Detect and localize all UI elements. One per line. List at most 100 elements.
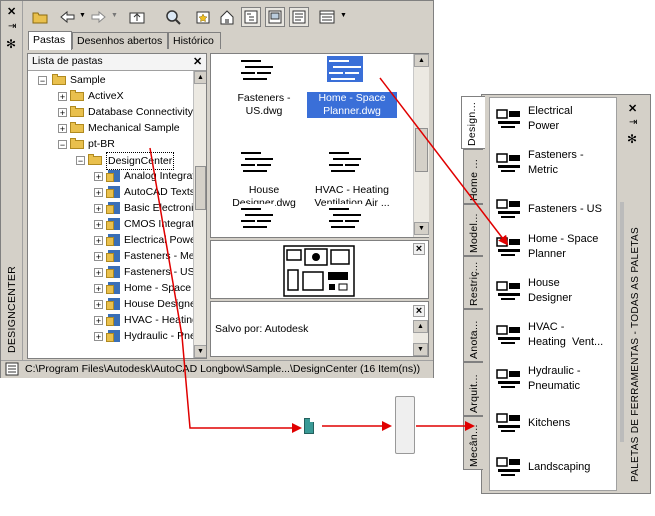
palette-tab[interactable]: Model... — [463, 204, 483, 256]
description-scrollbar[interactable]: ▲ ▼ — [413, 320, 428, 356]
scroll-up-button[interactable]: ▲ — [194, 71, 206, 84]
palette-item[interactable]: Hydraulic - Pneumatic — [494, 360, 614, 400]
tree-view-toggle-button[interactable] — [241, 7, 261, 27]
thumbnail-line — [241, 60, 261, 62]
preview-toggle-button[interactable] — [265, 7, 285, 27]
expand-toggle[interactable]: + — [94, 268, 103, 278]
expand-toggle[interactable]: + — [94, 332, 103, 342]
content-item-label[interactable]: Home - Space Planner.dwg — [307, 92, 397, 118]
views-button[interactable] — [317, 7, 337, 27]
palette-item[interactable]: Fasteners - Metric — [494, 144, 614, 184]
close-icon[interactable]: ✕ — [628, 102, 637, 115]
palette-tab[interactable]: Restriç... — [463, 256, 483, 309]
tree-item[interactable]: − Sample — [28, 72, 192, 88]
chevron-down-icon[interactable]: ▼ — [340, 12, 347, 19]
palette-item[interactable]: Home - Space Planner — [494, 228, 614, 268]
scroll-down-button[interactable]: ▼ — [413, 343, 428, 356]
palette-item[interactable]: Kitchens — [494, 404, 614, 444]
content-scrollbar[interactable]: ▲ ▼ — [413, 54, 429, 237]
tree-item-label: Sample — [70, 74, 106, 86]
chevron-down-icon[interactable]: ▼ — [111, 12, 118, 19]
tab-desenhos-abertos[interactable]: Desenhos abertos — [72, 32, 168, 49]
expand-toggle[interactable]: + — [58, 108, 67, 118]
designcenter-side-bar[interactable]: ✕ ⇥ ✻ DESIGNCENTER — [1, 1, 23, 361]
palette-tab[interactable]: Arquit... — [463, 362, 483, 416]
expand-toggle[interactable]: + — [94, 188, 103, 198]
expand-toggle[interactable]: + — [94, 284, 103, 294]
scroll-down-button[interactable]: ▼ — [194, 345, 206, 358]
palette-side-bar[interactable]: ✕ ⇥ ✻ PALETAS DE FERRAMENTAS - TODAS AS … — [617, 94, 651, 494]
tree-item[interactable]: − DesignCenter — [28, 152, 192, 170]
home-button[interactable] — [217, 7, 237, 27]
tree-scrollbar[interactable]: ▲ ▼ — [193, 71, 206, 358]
auto-hide-icon[interactable]: ⇥ — [629, 117, 637, 128]
expand-toggle[interactable]: + — [94, 172, 103, 182]
tree-item[interactable]: + Database Connectivity — [28, 104, 193, 120]
tree-item[interactable]: + Hydraulic - Pneum — [28, 328, 206, 344]
expand-toggle[interactable]: + — [94, 300, 103, 310]
thumbnail-line — [243, 78, 267, 80]
expand-toggle[interactable]: + — [94, 252, 103, 262]
expand-toggle[interactable]: + — [58, 124, 67, 134]
expand-toggle[interactable]: + — [58, 92, 67, 102]
palette-tab[interactable]: Design... — [461, 96, 485, 149]
palette-item[interactable]: HVAC - Heating Vent... — [494, 316, 614, 356]
back-button[interactable] — [57, 7, 77, 27]
folder-tree[interactable]: Lista de pastas ✕ − Sample + ActiveX + Databa… — [27, 53, 207, 359]
palette-item[interactable]: Landscaping — [494, 448, 614, 488]
description-toggle-button[interactable] — [289, 7, 309, 27]
search-button[interactable] — [163, 7, 183, 27]
close-icon[interactable]: ✕ — [7, 5, 16, 18]
tree-item[interactable]: + Electrical Power.c — [28, 232, 206, 248]
tree-item[interactable]: + CMOS Integrated — [28, 216, 206, 232]
properties-icon[interactable]: ✻ — [627, 132, 637, 146]
expand-toggle[interactable]: + — [94, 204, 103, 214]
expand-toggle[interactable]: + — [94, 236, 103, 246]
properties-icon[interactable]: ✻ — [6, 37, 16, 51]
scroll-thumb[interactable] — [415, 128, 428, 172]
content-pane[interactable]: Fasteners - US.dwg Home - Space Planner.d… — [210, 53, 429, 238]
tree-item[interactable]: + House Designer.c — [28, 296, 206, 312]
content-item-label[interactable]: Fasteners - US.dwg — [219, 92, 309, 118]
expand-toggle[interactable]: + — [94, 220, 103, 230]
palette-tab[interactable]: Mecân... — [463, 416, 483, 470]
tree-item[interactable]: + AutoCAD Textsty — [28, 184, 203, 200]
scroll-up-button[interactable]: ▲ — [414, 54, 429, 67]
palette-tab-strip: Design... Home ... Model... Restriç... Anota… — [461, 94, 485, 494]
tree-item[interactable]: + ActiveX — [28, 88, 192, 104]
tree-item[interactable]: + Basic Electronics — [28, 200, 204, 216]
palette-tool-list[interactable]: Electrical Power Fasteners - Metric Fasten… — [489, 97, 617, 491]
tree-item[interactable]: + Mechanical Sample — [28, 120, 192, 136]
close-preview-button[interactable]: × — [413, 243, 425, 255]
palette-tab[interactable]: Anota... — [463, 309, 483, 362]
tree-item[interactable]: + Fasteners - US.dv — [28, 264, 206, 280]
chevron-down-icon[interactable]: ▼ — [79, 12, 86, 19]
expand-toggle[interactable]: − — [58, 140, 67, 150]
tree-item[interactable]: + Analog Integrated — [28, 168, 206, 184]
expand-toggle[interactable]: + — [94, 316, 103, 326]
drawing-drop-target[interactable] — [395, 396, 415, 454]
tree-item[interactable]: − pt-BR — [28, 136, 192, 152]
palette-item[interactable]: Electrical Power — [494, 100, 614, 140]
expand-toggle[interactable]: − — [38, 76, 47, 86]
palette-item[interactable]: Pipe Fitti... — [494, 486, 614, 490]
scroll-thumb[interactable] — [195, 166, 206, 210]
close-description-button[interactable]: × — [413, 305, 425, 317]
palette-item[interactable]: Fasteners - US — [494, 190, 614, 230]
palette-tab[interactable]: Home ... — [463, 149, 483, 204]
close-icon[interactable]: ✕ — [193, 55, 202, 68]
tree-item[interactable]: + Fasteners - Metric — [28, 248, 206, 264]
tab-historico[interactable]: Histórico — [168, 32, 221, 49]
palette-item[interactable]: House Designer — [494, 272, 614, 312]
expand-toggle[interactable]: − — [76, 156, 85, 166]
scroll-down-button[interactable]: ▼ — [414, 222, 429, 235]
tree-item[interactable]: + HVAC - Heating V — [28, 312, 206, 328]
forward-button[interactable] — [89, 7, 109, 27]
up-button[interactable] — [127, 7, 147, 27]
scroll-up-button[interactable]: ▲ — [413, 320, 428, 333]
tree-item[interactable]: + Home - Space Pl — [28, 280, 203, 296]
tab-pastas[interactable]: Pastas — [28, 31, 72, 50]
auto-hide-icon[interactable]: ⇥ — [8, 21, 16, 32]
favorites-button[interactable] — [193, 7, 213, 27]
load-button[interactable] — [30, 7, 50, 27]
